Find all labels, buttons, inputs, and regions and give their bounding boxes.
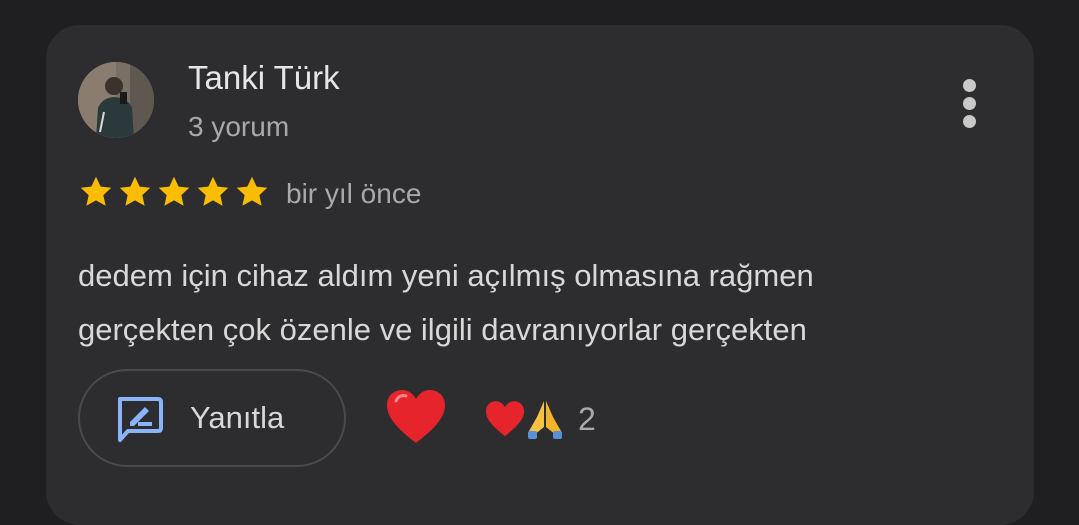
review-time: bir yıl önce — [286, 178, 422, 209]
star-rating — [78, 174, 270, 210]
more-options-button[interactable] — [950, 75, 990, 128]
avatar[interactable] — [78, 62, 154, 138]
star-icon — [80, 176, 112, 206]
review-count: 3 yorum — [188, 111, 290, 142]
review-text-line: dedem için cihaz aldım yeni açılmış olma… — [78, 258, 814, 293]
react-button[interactable] — [384, 387, 448, 447]
reply-label: Yanıtla — [190, 400, 285, 435]
star-icon — [158, 176, 190, 206]
review-text: dedem için cihaz aldım yeni açılmış olma… — [78, 249, 978, 357]
star-icon — [197, 176, 229, 206]
reply-button[interactable]: Yanıtla — [78, 369, 346, 467]
more-vert-icon — [963, 79, 976, 92]
reviewer-name[interactable]: Tanki Türk — [188, 58, 340, 98]
heart-icon — [485, 401, 525, 437]
folded-hands-icon — [528, 401, 562, 439]
star-icon — [236, 176, 268, 206]
star-icon — [119, 176, 151, 206]
heart-icon — [387, 390, 445, 443]
reply-edit-icon — [118, 397, 163, 442]
review-text-line: gerçekten çok özenle ve ilgili davranıyo… — [78, 312, 807, 347]
review-card: Tanki Türk 3 yorum bir yıl önce dedem iç… — [46, 25, 1034, 525]
reaction-count: 2 — [578, 401, 596, 437]
avatar-photo — [78, 62, 154, 138]
